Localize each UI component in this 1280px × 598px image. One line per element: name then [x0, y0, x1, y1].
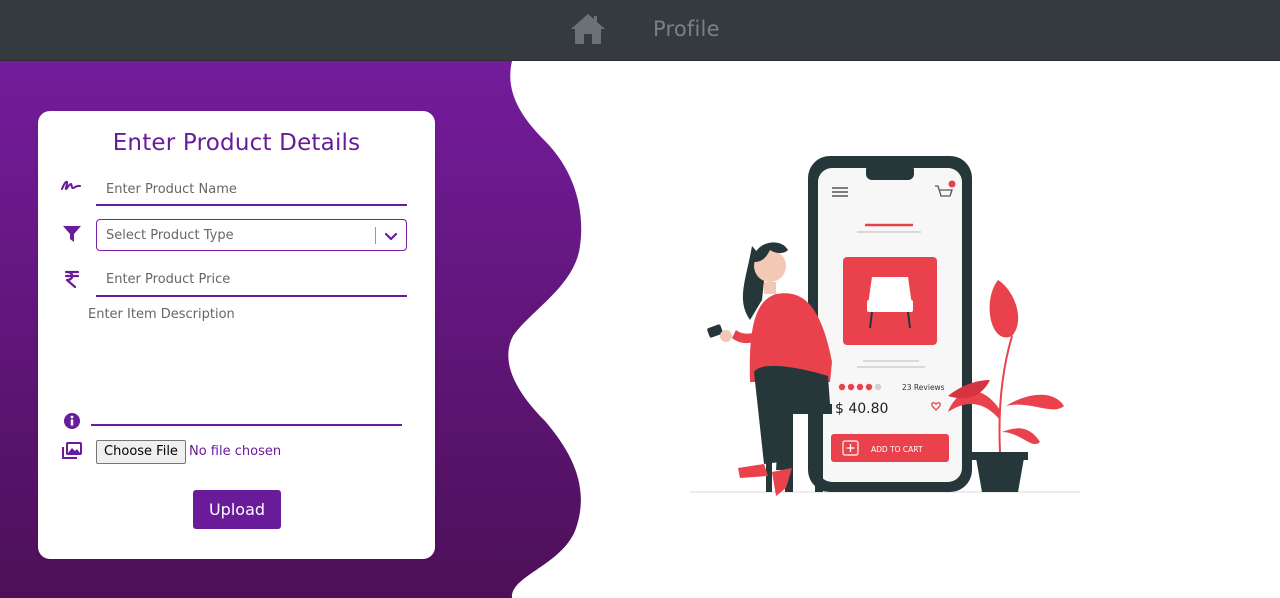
product-price-text: $ 40.80 — [835, 401, 888, 417]
choose-file-button[interactable]: Choose File — [96, 440, 186, 464]
home-icon[interactable] — [569, 12, 607, 46]
product-form-card: Enter Product Details Select Product Typ… — [38, 111, 435, 559]
shopping-illustration: 23 Reviews $ 40.80 ADD TO CART — [690, 156, 1080, 496]
nav-profile-link[interactable]: Profile — [653, 17, 720, 41]
reviews-count-text: 23 Reviews — [902, 383, 945, 392]
rupee-icon — [64, 270, 80, 289]
form-title: Enter Product Details — [112, 130, 361, 156]
signature-icon — [61, 180, 81, 191]
product-name-input[interactable] — [96, 174, 407, 206]
product-type-select[interactable]: Select Product Type — [96, 219, 407, 251]
top-navbar: Profile — [0, 0, 1280, 61]
select-separator — [375, 227, 376, 244]
product-type-value: Select Product Type — [106, 228, 234, 243]
filter-icon — [63, 226, 81, 242]
product-price-input[interactable] — [96, 264, 407, 297]
images-icon — [62, 442, 82, 459]
chevron-down-icon[interactable] — [383, 228, 399, 244]
item-description-textarea[interactable] — [88, 307, 408, 411]
add-to-cart-text: ADD TO CART — [871, 445, 923, 454]
upload-button[interactable]: Upload — [193, 490, 281, 529]
info-icon — [64, 413, 80, 429]
description-underline — [91, 424, 402, 426]
file-status-text: No file chosen — [189, 444, 282, 459]
